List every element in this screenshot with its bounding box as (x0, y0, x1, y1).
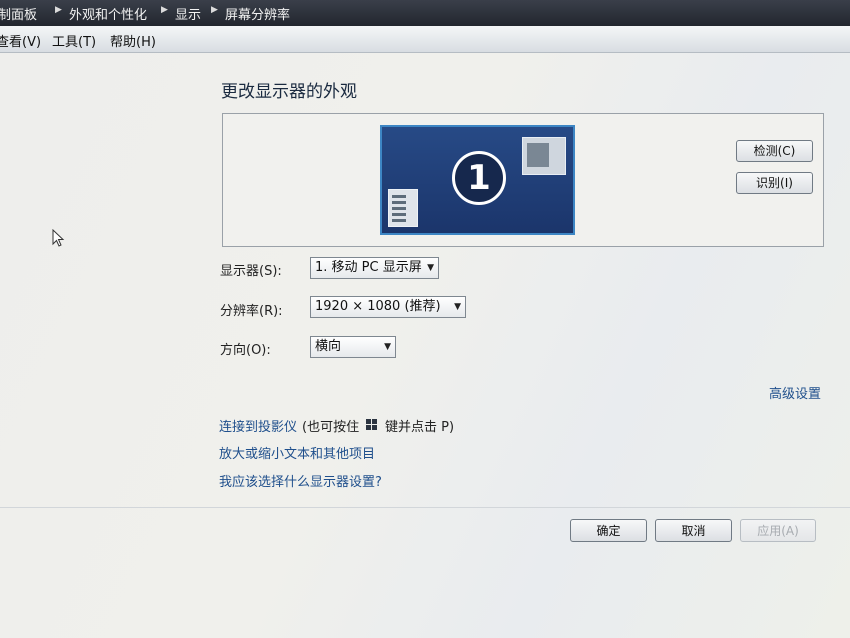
projector-hint-suffix: 键并点击 P) (385, 420, 455, 435)
chevron-down-icon[interactable]: ▼ (427, 258, 434, 278)
apply-button[interactable]: 应用(A) (740, 519, 816, 542)
orientation-label: 方向(O): (220, 343, 271, 358)
breadcrumb-appearance[interactable]: 外观和个性化 (69, 4, 147, 23)
menu-tools[interactable]: 工具(T) (52, 31, 96, 50)
resolution-label: 分辨率(R): (220, 304, 283, 319)
text-size-link[interactable]: 放大或缩小文本和其他项目 (219, 443, 375, 462)
identify-button[interactable]: 识别(I) (736, 172, 813, 194)
screen-resolution-window: 制面板 ▶ 外观和个性化 ▶ 显示 ▶ 屏幕分辨率 查看(V) 工具(T) 帮助… (0, 0, 850, 638)
monitor-preview-panel: 1 检测(C) 识别(I) (222, 113, 824, 247)
resolution-select[interactable]: 1920 × 1080 (推荐) ▼ (310, 296, 466, 318)
chevron-down-icon[interactable]: ▼ (384, 337, 391, 357)
display-select-value: 1. 移动 PC 显示屏 (315, 260, 422, 275)
cancel-button[interactable]: 取消 (655, 519, 732, 542)
menu-view[interactable]: 查看(V) (0, 31, 41, 50)
orientation-select[interactable]: 横向 ▼ (310, 336, 396, 358)
ok-button[interactable]: 确定 (570, 519, 647, 542)
menu-bar: 查看(V) 工具(T) 帮助(H) (0, 26, 850, 53)
divider (0, 507, 850, 508)
which-settings-link[interactable]: 我应该选择什么显示器设置? (219, 471, 382, 490)
content-area: 更改显示器的外观 1 检测(C) 识别(I) 显示器(S): 1. 移动 PC … (0, 53, 850, 638)
detect-button[interactable]: 检测(C) (736, 140, 813, 162)
triangle-right-icon[interactable]: ▶ (211, 5, 218, 15)
monitor-1-tile[interactable]: 1 (380, 125, 575, 235)
window-thumbnail-icon (522, 137, 566, 175)
menu-help[interactable]: 帮助(H) (110, 31, 156, 50)
display-select[interactable]: 1. 移动 PC 显示屏 ▼ (310, 257, 439, 279)
page-title: 更改显示器的外观 (221, 82, 357, 102)
orientation-select-value: 横向 (315, 339, 342, 354)
resolution-select-value: 1920 × 1080 (推荐) (315, 299, 441, 314)
chevron-down-icon[interactable]: ▼ (454, 297, 461, 317)
triangle-right-icon[interactable]: ▶ (55, 5, 62, 15)
window-thumbnail-icon (388, 189, 418, 227)
breadcrumb-control-panel[interactable]: 制面板 (0, 4, 37, 23)
advanced-settings-link[interactable]: 高级设置 (769, 383, 821, 402)
projector-hint-prefix: (也可按住 (302, 420, 360, 435)
mouse-pointer-icon (52, 229, 65, 247)
triangle-right-icon[interactable]: ▶ (161, 5, 168, 15)
monitor-number: 1 (452, 151, 506, 205)
display-label: 显示器(S): (220, 264, 282, 279)
windows-logo-icon (366, 419, 378, 431)
breadcrumb-screen-resolution[interactable]: 屏幕分辨率 (225, 4, 290, 23)
breadcrumb-display[interactable]: 显示 (175, 4, 201, 23)
address-bar[interactable]: 制面板 ▶ 外观和个性化 ▶ 显示 ▶ 屏幕分辨率 (0, 0, 850, 26)
connect-projector-link[interactable]: 连接到投影仪 (219, 416, 297, 435)
